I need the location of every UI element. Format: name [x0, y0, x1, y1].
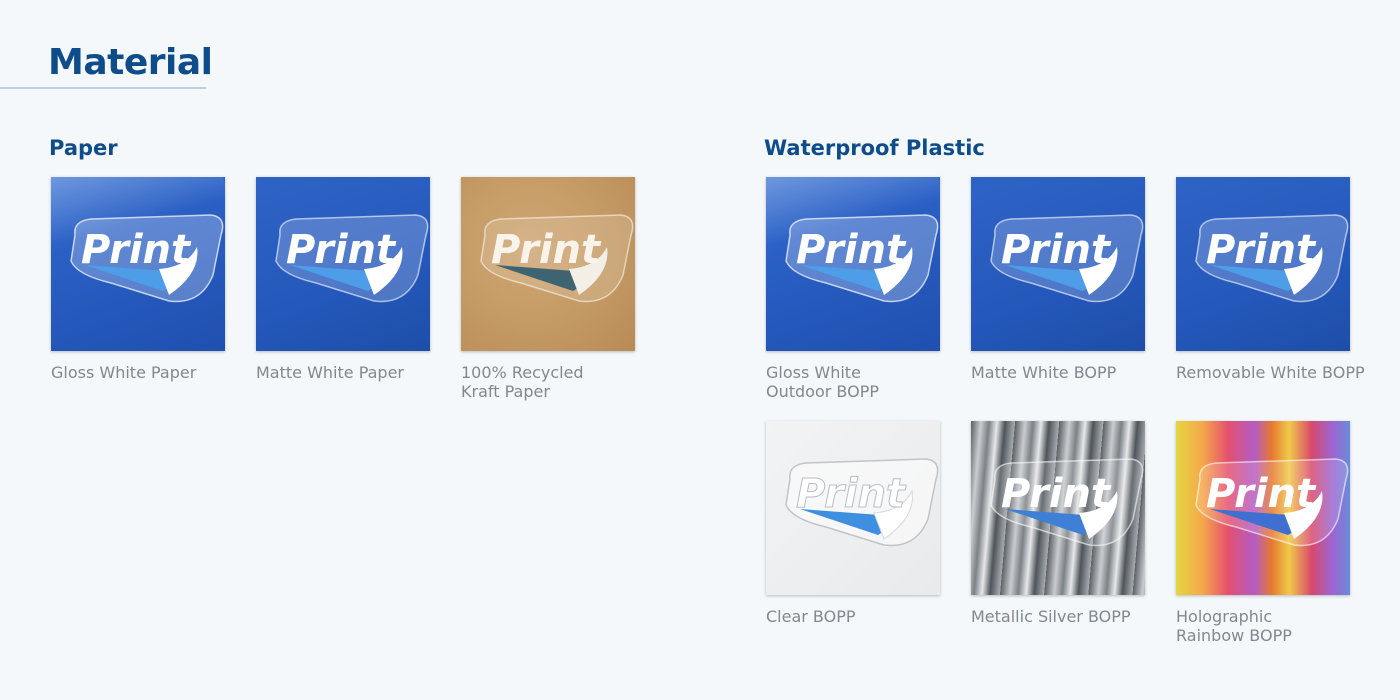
material-label: Gloss White Outdoor BOPP — [766, 363, 956, 401]
print-sticker-icon: Print — [1195, 458, 1349, 547]
sticker-logo-text: Print — [796, 227, 907, 273]
print-sticker-icon: Print — [1195, 214, 1349, 303]
material-label-line: Matte White Paper — [256, 363, 405, 382]
material-option-matte-white-paper[interactable]: Print Matte White Paper — [256, 177, 430, 382]
print-sticker-icon: Print — [990, 458, 1144, 547]
material-swatch-image: Print — [1176, 421, 1350, 595]
material-label-line: Matte White BOPP — [971, 363, 1117, 382]
print-sticker-icon: Print — [785, 214, 939, 303]
section-title-paper: Paper — [49, 136, 118, 160]
material-option-recycled-kraft-paper[interactable]: Print 100% Recycled Kraft Paper — [461, 177, 635, 401]
material-swatch-image: Print — [971, 421, 1145, 595]
material-label: Clear BOPP — [766, 607, 956, 626]
material-swatch-image: Print — [256, 177, 430, 351]
material-label: Matte White BOPP — [971, 363, 1161, 382]
material-label-line: Metallic Silver BOPP — [971, 607, 1131, 626]
material-option-removable-white-bopp[interactable]: Print Removable White BOPP — [1176, 177, 1365, 382]
material-label-line: 100% Recycled — [461, 363, 584, 382]
material-label-line: Holographic — [1176, 607, 1273, 626]
material-label: 100% Recycled Kraft Paper — [461, 363, 651, 401]
page-title: Material — [48, 42, 213, 83]
material-label-line: Clear BOPP — [766, 607, 856, 626]
material-label: Removable White BOPP — [1176, 363, 1366, 382]
material-label-line: Gloss White Paper — [51, 363, 197, 382]
material-option-holographic-rainbow-bopp[interactable]: Print Holographic Rainbow BOPP — [1176, 421, 1350, 645]
print-sticker-icon: Print — [785, 458, 939, 547]
material-label: Metallic Silver BOPP — [971, 607, 1161, 626]
material-label: Gloss White Paper — [51, 363, 241, 382]
sticker-logo-text: Print — [1001, 227, 1112, 273]
material-label: Holographic Rainbow BOPP — [1176, 607, 1366, 645]
material-swatch-image: Print — [766, 421, 940, 595]
material-option-clear-bopp[interactable]: Print Clear BOPP — [766, 421, 940, 626]
material-swatch-image: Print — [51, 177, 225, 351]
sticker-logo-text: Print — [796, 471, 907, 517]
material-swatch-image: Print — [1176, 177, 1350, 351]
material-label-line: Rainbow BOPP — [1176, 626, 1292, 645]
sticker-logo-text: Print — [286, 227, 397, 273]
sticker-logo-text: Print — [1206, 471, 1317, 517]
material-label-line: Outdoor BOPP — [766, 382, 879, 401]
material-swatch-image: Print — [461, 177, 635, 351]
material-swatch-image: Print — [766, 177, 940, 351]
section-title-waterproof-plastic: Waterproof Plastic — [764, 136, 985, 160]
material-label: Matte White Paper — [256, 363, 446, 382]
print-sticker-icon: Print — [990, 214, 1144, 303]
material-label-line: Kraft Paper — [461, 382, 550, 401]
sticker-logo-text: Print — [491, 227, 602, 273]
material-option-gloss-white-paper[interactable]: Print Gloss White Paper — [51, 177, 225, 382]
print-sticker-icon: Print — [275, 214, 429, 303]
material-option-metallic-silver-bopp[interactable]: Print Metallic Silver BOPP — [971, 421, 1145, 626]
sticker-logo-text: Print — [81, 227, 192, 273]
print-sticker-icon: Print — [70, 214, 224, 303]
print-sticker-icon: Print — [480, 214, 634, 303]
material-label-line: Gloss White — [766, 363, 861, 382]
material-option-gloss-white-outdoor-bopp[interactable]: Print Gloss White Outdoor BOPP — [766, 177, 940, 401]
material-label-line: Removable White BOPP — [1176, 363, 1365, 382]
sticker-logo-text: Print — [1206, 227, 1317, 273]
material-swatch-image: Print — [971, 177, 1145, 351]
material-option-matte-white-bopp[interactable]: Print Matte White BOPP — [971, 177, 1145, 382]
sticker-logo-text: Print — [1001, 471, 1112, 517]
title-underline — [0, 87, 206, 89]
